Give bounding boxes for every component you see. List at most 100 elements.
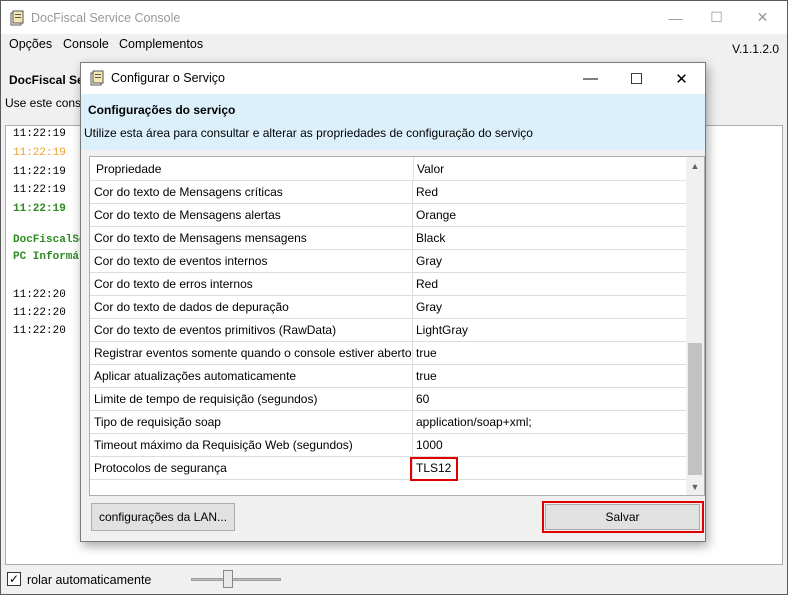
property-name: Timeout máximo da Requisição Web (segund…: [94, 438, 353, 452]
log-line: PC Informát: [13, 251, 86, 263]
grid-row[interactable]: Registrar eventos somente quando o conso…: [90, 342, 686, 365]
grid-row[interactable]: Cor do texto de Mensagens mensagens Black: [90, 227, 686, 250]
grid-row[interactable]: Protocolos de segurança TLS12: [90, 457, 686, 481]
close-icon: ✕: [675, 70, 688, 88]
grid-row[interactable]: Limite de tempo de requisição (segundos)…: [90, 388, 686, 411]
property-value[interactable]: 1000: [416, 438, 443, 452]
minimize-icon: —: [668, 9, 683, 26]
property-name: Tipo de requisição soap: [94, 415, 221, 429]
dialog-icon: [90, 70, 104, 86]
grid-row[interactable]: Aplicar atualizações automaticamente true: [90, 365, 686, 388]
cell-divider: [412, 319, 413, 342]
highlight-box: [410, 457, 458, 481]
property-value[interactable]: Orange: [416, 208, 456, 222]
minimize-button[interactable]: —: [653, 1, 698, 34]
property-value[interactable]: 60: [416, 392, 429, 406]
property-value[interactable]: Gray: [416, 254, 442, 268]
service-header-title: DocFiscal Ser: [9, 73, 89, 87]
maximize-icon: ☐: [629, 70, 644, 88]
chevron-down-icon: ▼: [690, 481, 700, 492]
grid-row[interactable]: Cor do texto de Mensagens alertas Orange: [90, 204, 686, 227]
column-header-value[interactable]: Valor: [417, 162, 444, 176]
grid-row[interactable]: Cor do texto de erros internos Red: [90, 273, 686, 296]
dialog-maximize-button[interactable]: ☐: [614, 63, 659, 94]
grid-header: Propriedade Valor: [90, 157, 686, 181]
property-grid: Propriedade Valor Cor do texto de Mensag…: [89, 156, 705, 496]
grid-row[interactable]: Cor do texto de eventos internos Gray: [90, 250, 686, 273]
grid-scrollbar[interactable]: ▲ ▼: [686, 157, 704, 495]
property-name: Cor do texto de Mensagens alertas: [94, 208, 281, 222]
column-divider: [413, 157, 414, 181]
cell-divider: [412, 181, 413, 204]
grid-row[interactable]: Cor do texto de dados de depuração Gray: [90, 296, 686, 319]
cell-divider: [412, 365, 413, 388]
menu-console[interactable]: Console: [63, 37, 109, 51]
menubar: Opções Console Complementos: [1, 34, 787, 56]
property-value[interactable]: Red: [416, 185, 438, 199]
config-dialog: Configurar o Serviço — ☐ ✕ Configurações…: [80, 62, 706, 542]
grid-row[interactable]: Tipo de requisição soap application/soap+…: [90, 411, 686, 434]
dialog-header-title: Configurações do serviço: [88, 103, 236, 117]
zoom-slider-track[interactable]: [191, 578, 281, 581]
grid-row[interactable]: Timeout máximo da Requisição Web (segund…: [90, 434, 686, 457]
cell-divider: [412, 250, 413, 273]
grid-row[interactable]: Cor do texto de eventos primitivos (RawD…: [90, 319, 686, 342]
scroll-thumb[interactable]: [688, 343, 702, 475]
service-header-subtitle: Use este conso: [5, 96, 88, 110]
lan-settings-button[interactable]: configurações da LAN...: [91, 503, 235, 531]
property-name: Limite de tempo de requisição (segundos): [94, 392, 318, 406]
property-value[interactable]: Black: [416, 231, 445, 245]
dialog-titlebar: Configurar o Serviço — ☐ ✕: [81, 63, 705, 94]
grid-row[interactable]: Cor do texto de Mensagens críticas Red: [90, 181, 686, 204]
log-line: 11:22:19: [13, 203, 66, 215]
cell-divider: [412, 388, 413, 411]
property-value[interactable]: true: [416, 369, 437, 383]
app-icon: [10, 10, 24, 26]
cell-divider: [412, 296, 413, 319]
menu-opcoes[interactable]: Opções: [9, 37, 52, 51]
property-name: Cor do texto de erros internos: [94, 277, 253, 291]
scroll-down-arrow[interactable]: ▼: [686, 478, 704, 495]
save-highlight-box: [542, 501, 704, 533]
autoscroll-label: rolar automaticamente: [27, 573, 152, 587]
log-line: 11:22:19: [13, 184, 66, 196]
version-label: V.1.1.2.0: [732, 42, 779, 56]
cell-divider: [412, 273, 413, 296]
minimize-icon: —: [583, 70, 598, 87]
cell-divider: [412, 342, 413, 365]
zoom-slider-thumb[interactable]: [223, 570, 233, 588]
cell-divider: [412, 204, 413, 227]
column-header-property[interactable]: Propriedade: [96, 162, 161, 176]
log-line: 11:22:20: [13, 289, 66, 301]
property-name: Protocolos de segurança: [94, 461, 227, 475]
check-icon: ✓: [8, 572, 20, 586]
dialog-title: Configurar o Serviço: [111, 71, 225, 85]
property-name: Cor do texto de dados de depuração: [94, 300, 289, 314]
menu-complementos[interactable]: Complementos: [119, 37, 203, 51]
dialog-header: Configurações do serviço Utilize esta ár…: [81, 94, 705, 150]
dialog-header-subtitle: Utilize esta área para consultar e alter…: [84, 126, 533, 140]
property-name: Registrar eventos somente quando o conso…: [94, 346, 412, 360]
scroll-up-arrow[interactable]: ▲: [686, 157, 704, 174]
property-name: Cor do texto de eventos internos: [94, 254, 268, 268]
dialog-close-button[interactable]: ✕: [659, 63, 704, 94]
cell-divider: [412, 227, 413, 250]
log-line: 11:22:19: [13, 128, 66, 140]
window-title: DocFiscal Service Console: [31, 11, 181, 25]
property-value[interactable]: application/soap+xml;: [416, 415, 532, 429]
autoscroll-checkbox[interactable]: ✓: [7, 572, 21, 586]
property-value[interactable]: true: [416, 346, 437, 360]
property-name: Cor do texto de Mensagens mensagens: [94, 231, 307, 245]
property-value[interactable]: Gray: [416, 300, 442, 314]
property-value[interactable]: LightGray: [416, 323, 468, 337]
property-name: Aplicar atualizações automaticamente: [94, 369, 297, 383]
dialog-minimize-button[interactable]: —: [568, 63, 613, 94]
property-name: Cor do texto de eventos primitivos (RawD…: [94, 323, 337, 337]
property-value[interactable]: Red: [416, 277, 438, 291]
close-icon: ✕: [756, 9, 769, 25]
log-line: 11:22:19: [13, 166, 66, 178]
log-line: 11:22:19: [13, 147, 66, 159]
log-line: DocFiscalSe: [13, 234, 86, 246]
maximize-button[interactable]: ☐: [694, 1, 739, 34]
close-button[interactable]: ✕: [740, 1, 785, 34]
